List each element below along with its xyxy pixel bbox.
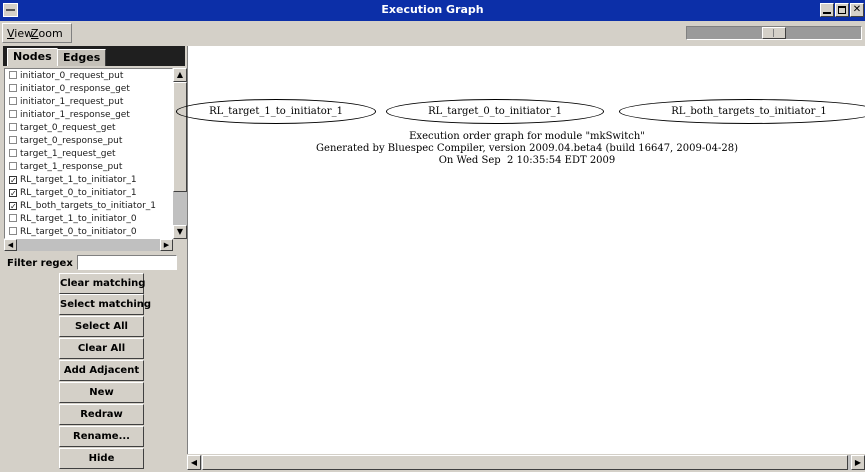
node-list-hscrollbar[interactable]: ◀ ▶: [4, 239, 173, 251]
node-checkbox[interactable]: [9, 84, 17, 92]
scroll-down-icon[interactable]: ▼: [173, 225, 187, 239]
scroll-right-icon[interactable]: ▶: [851, 455, 865, 470]
node-label: target_1_request_get: [20, 149, 116, 159]
node-checkbox[interactable]: [9, 162, 17, 170]
node-label: RL_target_0_to_initiator_1: [20, 188, 137, 198]
list-item[interactable]: ✓ RL_target_0_to_initiator_1: [9, 187, 137, 200]
tabs-strip: Nodes Edges: [3, 46, 185, 66]
graph-caption-generator: Generated by Bluespec Compiler, version …: [316, 143, 738, 154]
minimize-button[interactable]: [820, 3, 834, 17]
select-all-button[interactable]: Select All: [59, 316, 144, 337]
node-checkbox[interactable]: [9, 149, 17, 157]
graph-node[interactable]: RL_target_1_to_initiator_1: [176, 99, 376, 124]
node-label: target_0_request_get: [20, 123, 116, 133]
node-checkbox[interactable]: [9, 214, 17, 222]
node-label: RL_both_targets_to_initiator_1: [20, 201, 157, 211]
node-checkbox[interactable]: [9, 136, 17, 144]
menu-zoom-label: oom: [38, 27, 63, 40]
list-item[interactable]: target_0_request_get: [9, 122, 116, 135]
clear-all-button[interactable]: Clear All: [59, 338, 144, 359]
graph-node[interactable]: RL_target_0_to_initiator_1: [386, 99, 604, 124]
list-item[interactable]: target_1_response_put: [9, 161, 122, 174]
list-item[interactable]: target_1_request_get: [9, 148, 116, 161]
list-item[interactable]: initiator_1_response_get: [9, 109, 130, 122]
list-item[interactable]: initiator_0_response_get: [9, 83, 130, 96]
node-checkbox[interactable]: [9, 123, 17, 131]
node-label: initiator_0_request_put: [20, 71, 124, 81]
zoom-slider[interactable]: [686, 26, 862, 40]
add-adjacent-button[interactable]: Add Adjacent: [59, 360, 144, 381]
scroll-right-icon[interactable]: ▶: [160, 239, 173, 251]
maximize-button[interactable]: [835, 3, 849, 17]
node-label: target_0_response_put: [20, 136, 123, 146]
list-item[interactable]: RL_target_0_to_initiator_0: [9, 226, 137, 238]
node-checkbox[interactable]: [9, 227, 17, 235]
menu-zoom-accel: Z: [31, 27, 39, 40]
menu-group: View Zoom: [2, 23, 72, 43]
graph-canvas[interactable]: RL_target_1_to_initiator_1 RL_target_0_t…: [176, 46, 865, 454]
node-checkbox[interactable]: [9, 71, 17, 79]
graph-caption-title: Execution order graph for module "mkSwit…: [409, 131, 645, 142]
clear-matching-button[interactable]: Clear matching: [59, 273, 145, 294]
node-checkbox[interactable]: [9, 110, 17, 118]
node-list-vscrollbar[interactable]: ▲ ▼: [173, 68, 187, 239]
window-title: Execution Graph: [381, 3, 484, 16]
node-label: initiator_0_response_get: [20, 84, 130, 94]
tab-nodes[interactable]: Nodes: [7, 48, 58, 66]
filter-regex-label: Filter regex: [7, 258, 73, 269]
node-label: RL_target_1_to_initiator_0: [20, 214, 137, 224]
node-list[interactable]: initiator_0_request_put initiator_0_respo…: [4, 68, 173, 239]
left-panel: Nodes Edges initiator_0_request_put initi…: [3, 46, 187, 470]
node-label: initiator_1_request_put: [20, 97, 124, 107]
list-item[interactable]: ✓ RL_both_targets_to_initiator_1: [9, 200, 156, 213]
close-button[interactable]: ✕: [850, 3, 864, 17]
node-checkbox[interactable]: [9, 97, 17, 105]
node-list-vscroll-thumb[interactable]: [173, 82, 187, 192]
select-matching-button[interactable]: Select matching: [59, 294, 151, 315]
graph-caption-date: On Wed Sep 2 10:35:54 EDT 2009: [438, 155, 616, 166]
hide-button[interactable]: Hide: [59, 448, 144, 469]
tab-edges[interactable]: Edges: [57, 49, 107, 66]
zoom-slider-thumb[interactable]: [762, 27, 786, 39]
node-checkbox[interactable]: ✓: [9, 189, 17, 198]
list-item[interactable]: initiator_0_request_put: [9, 70, 123, 83]
node-checkbox[interactable]: ✓: [9, 202, 17, 211]
node-label: initiator_1_response_get: [20, 110, 130, 120]
rename-button[interactable]: Rename...: [59, 426, 144, 447]
list-item[interactable]: initiator_1_request_put: [9, 96, 123, 109]
filter-regex-input[interactable]: [77, 255, 177, 270]
title-bar: Execution Graph ✕: [0, 0, 865, 21]
node-label: target_1_response_put: [20, 162, 123, 172]
node-label: RL_target_1_to_initiator_1: [20, 175, 137, 185]
list-item[interactable]: target_0_response_put: [9, 135, 122, 148]
scroll-left-icon[interactable]: ◀: [4, 239, 17, 251]
scroll-up-icon[interactable]: ▲: [173, 68, 187, 82]
graph-node[interactable]: RL_both_targets_to_initiator_1: [619, 99, 865, 124]
scroll-left-icon[interactable]: ◀: [187, 455, 201, 470]
list-item[interactable]: RL_target_1_to_initiator_0: [9, 213, 137, 226]
node-label: RL_target_0_to_initiator_0: [20, 227, 137, 237]
menu-zoom[interactable]: Zoom: [31, 27, 63, 40]
new-button[interactable]: New: [59, 382, 144, 403]
list-item[interactable]: ✓ RL_target_1_to_initiator_1: [9, 174, 137, 187]
node-checkbox[interactable]: ✓: [9, 176, 17, 185]
canvas-hscroll-thumb[interactable]: [202, 455, 848, 470]
redraw-button[interactable]: Redraw: [59, 404, 144, 425]
menu-view[interactable]: View: [7, 27, 33, 40]
canvas-hscrollbar[interactable]: ◀ ▶: [187, 455, 865, 470]
